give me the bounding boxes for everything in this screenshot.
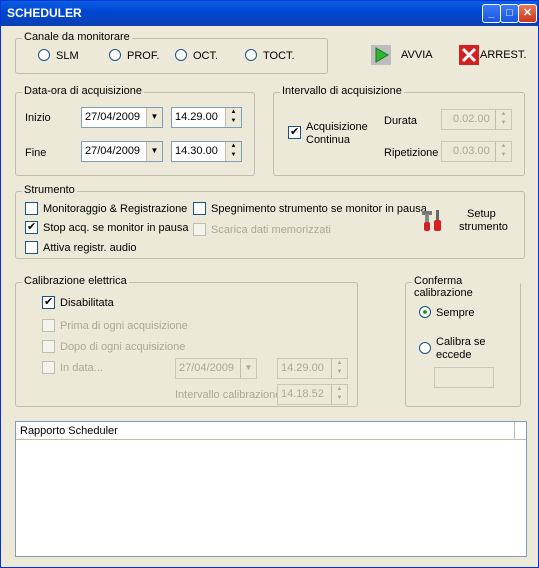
data-ora-group: Data-ora di acquisizione	[15, 85, 255, 176]
dopo-label: Dopo di ogni acquisizione	[60, 341, 186, 353]
tools-icon	[422, 210, 441, 231]
fine-time-spinner[interactable]: 14.30.00 ▲ ▼	[171, 141, 242, 162]
radio-calibra-eccede[interactable]	[419, 342, 431, 354]
radio-toct[interactable]	[245, 49, 257, 61]
radio-calibra-label-2: eccede	[436, 349, 472, 361]
disabilitata-label: Disabilitata	[60, 297, 114, 309]
chevron-down-icon: ▼	[240, 359, 256, 378]
intervallo-calibrazione-value: 14.18.52	[281, 388, 324, 400]
radio-sempre-label: Sempre	[436, 307, 475, 319]
setup-label-1: Setup	[467, 208, 496, 220]
inizio-label: Inizio	[25, 112, 51, 124]
calib-time-spinner[interactable]: 14.29.00 ▲ ▼	[277, 358, 348, 379]
stop-x-icon	[459, 45, 479, 65]
radio-oct-label: OCT.	[193, 50, 219, 62]
dopo-checkbox[interactable]	[42, 340, 55, 353]
ripetizione-label: Ripetizione	[384, 147, 439, 159]
scarica-checkbox[interactable]	[193, 223, 206, 236]
spinner-arrows-icon: ▲ ▼	[331, 385, 347, 404]
calib-date-value: 27/04/2009	[179, 362, 235, 374]
chevron-down-icon[interactable]: ▼	[146, 108, 162, 127]
intervallo-label: Intervallo di acquisizione	[280, 85, 404, 97]
acquisizione-continua-label-1: Acquisizione	[306, 121, 368, 133]
inizio-date-value: 27/04/2009	[85, 111, 141, 123]
setup-label-2: strumento	[459, 221, 508, 233]
strumento-label: Strumento	[22, 184, 77, 196]
avvia-label: AVVIA	[401, 49, 433, 61]
canale-label: Canale da monitorare	[22, 31, 132, 43]
arrest-button[interactable]: ARREST.	[459, 44, 531, 68]
fine-time-value: 14.30.00	[175, 145, 218, 157]
radio-prof-label: PROF.	[127, 50, 160, 62]
in-data-label: In data...	[60, 362, 103, 374]
durata-value: 0.02.00	[453, 113, 490, 125]
spegnimento-checkbox[interactable]	[193, 202, 206, 215]
minimize-button[interactable]: _	[482, 4, 501, 23]
spinner-arrows-icon[interactable]: ▲ ▼	[225, 108, 241, 127]
close-button[interactable]: ✕	[518, 4, 537, 23]
rapporto-header-end	[514, 422, 526, 440]
inizio-time-value: 14.29.00	[175, 111, 218, 123]
inizio-time-spinner[interactable]: 14.29.00 ▲ ▼	[171, 107, 242, 128]
data-ora-label: Data-ora di acquisizione	[22, 85, 145, 97]
prima-checkbox[interactable]	[42, 319, 55, 332]
fine-label: Fine	[25, 147, 47, 159]
play-icon	[371, 45, 391, 65]
radio-toct-label: TOCT.	[263, 50, 295, 62]
audio-label: Attiva registr. audio	[43, 242, 137, 254]
title-bar[interactable]: SCHEDULER _ □ ✕	[1, 1, 538, 26]
acquisizione-continua-checkbox[interactable]	[288, 125, 301, 139]
stop-acq-checkbox[interactable]	[25, 220, 38, 234]
intervallo-calibrazione-label: Intervallo calibrazione	[175, 389, 282, 401]
audio-checkbox[interactable]	[25, 241, 38, 254]
spinner-arrows-icon: ▲ ▼	[331, 359, 347, 378]
ripetizione-spinner[interactable]: 0.03.00 ▲ ▼	[441, 141, 512, 162]
rapporto-header[interactable]: Rapporto Scheduler	[16, 422, 514, 440]
acquisizione-continua-label-2: Continua	[306, 134, 351, 146]
prima-label: Prima di ogni acquisizione	[60, 320, 188, 332]
window-title: SCHEDULER	[7, 6, 82, 20]
fine-date-picker[interactable]: 27/04/2009 ▼	[81, 141, 163, 162]
scarica-label: Scarica dati memorizzati	[211, 224, 331, 236]
setup-strumento-button[interactable]: Setup strumento	[417, 206, 512, 238]
calib-time-value: 14.29.00	[281, 362, 324, 374]
eccede-threshold-input[interactable]	[434, 367, 494, 388]
conferma-label: Conferma calibrazione	[412, 275, 520, 299]
inizio-date-picker[interactable]: 27/04/2009 ▼	[81, 107, 163, 128]
radio-slm-label: SLM	[56, 50, 79, 62]
stop-acq-label: Stop acq. se monitor in pausa	[43, 222, 189, 234]
in-data-checkbox[interactable]	[42, 361, 55, 374]
durata-label: Durata	[384, 115, 418, 127]
spinner-arrows-icon[interactable]: ▲ ▼	[225, 142, 241, 161]
spegnimento-label: Spegnimento strumento se monitor in paus…	[211, 203, 427, 215]
chevron-down-icon[interactable]: ▼	[146, 142, 162, 161]
calibrazione-label: Calibrazione elettrica	[22, 275, 129, 287]
ripetizione-value: 0.03.00	[453, 145, 490, 157]
durata-spinner[interactable]: 0.02.00 ▲ ▼	[441, 109, 512, 130]
monitoraggio-checkbox[interactable]	[25, 202, 38, 215]
arrest-label: ARREST.	[480, 49, 527, 61]
radio-slm[interactable]	[38, 49, 50, 61]
disabilitata-checkbox[interactable]	[42, 295, 55, 309]
radio-calibra-label-1: Calibra se	[436, 336, 486, 348]
avvia-button[interactable]: AVVIA	[371, 44, 441, 68]
radio-sempre[interactable]	[419, 306, 431, 318]
radio-oct[interactable]	[175, 49, 187, 61]
calib-date-picker[interactable]: 27/04/2009 ▼	[175, 358, 257, 379]
spinner-arrows-icon: ▲ ▼	[495, 142, 511, 161]
scheduler-window: SCHEDULER _ □ ✕ Canale da monitorare SLM…	[0, 0, 539, 568]
radio-prof[interactable]	[109, 49, 121, 61]
monitoraggio-label: Monitoraggio & Registrazione	[43, 203, 188, 215]
maximize-button[interactable]: □	[500, 4, 519, 23]
fine-date-value: 27/04/2009	[85, 145, 141, 157]
rapporto-panel[interactable]: Rapporto Scheduler	[15, 421, 527, 557]
spinner-arrows-icon: ▲ ▼	[495, 110, 511, 129]
intervallo-calibrazione-spinner[interactable]: 14.18.52 ▲ ▼	[277, 384, 348, 405]
